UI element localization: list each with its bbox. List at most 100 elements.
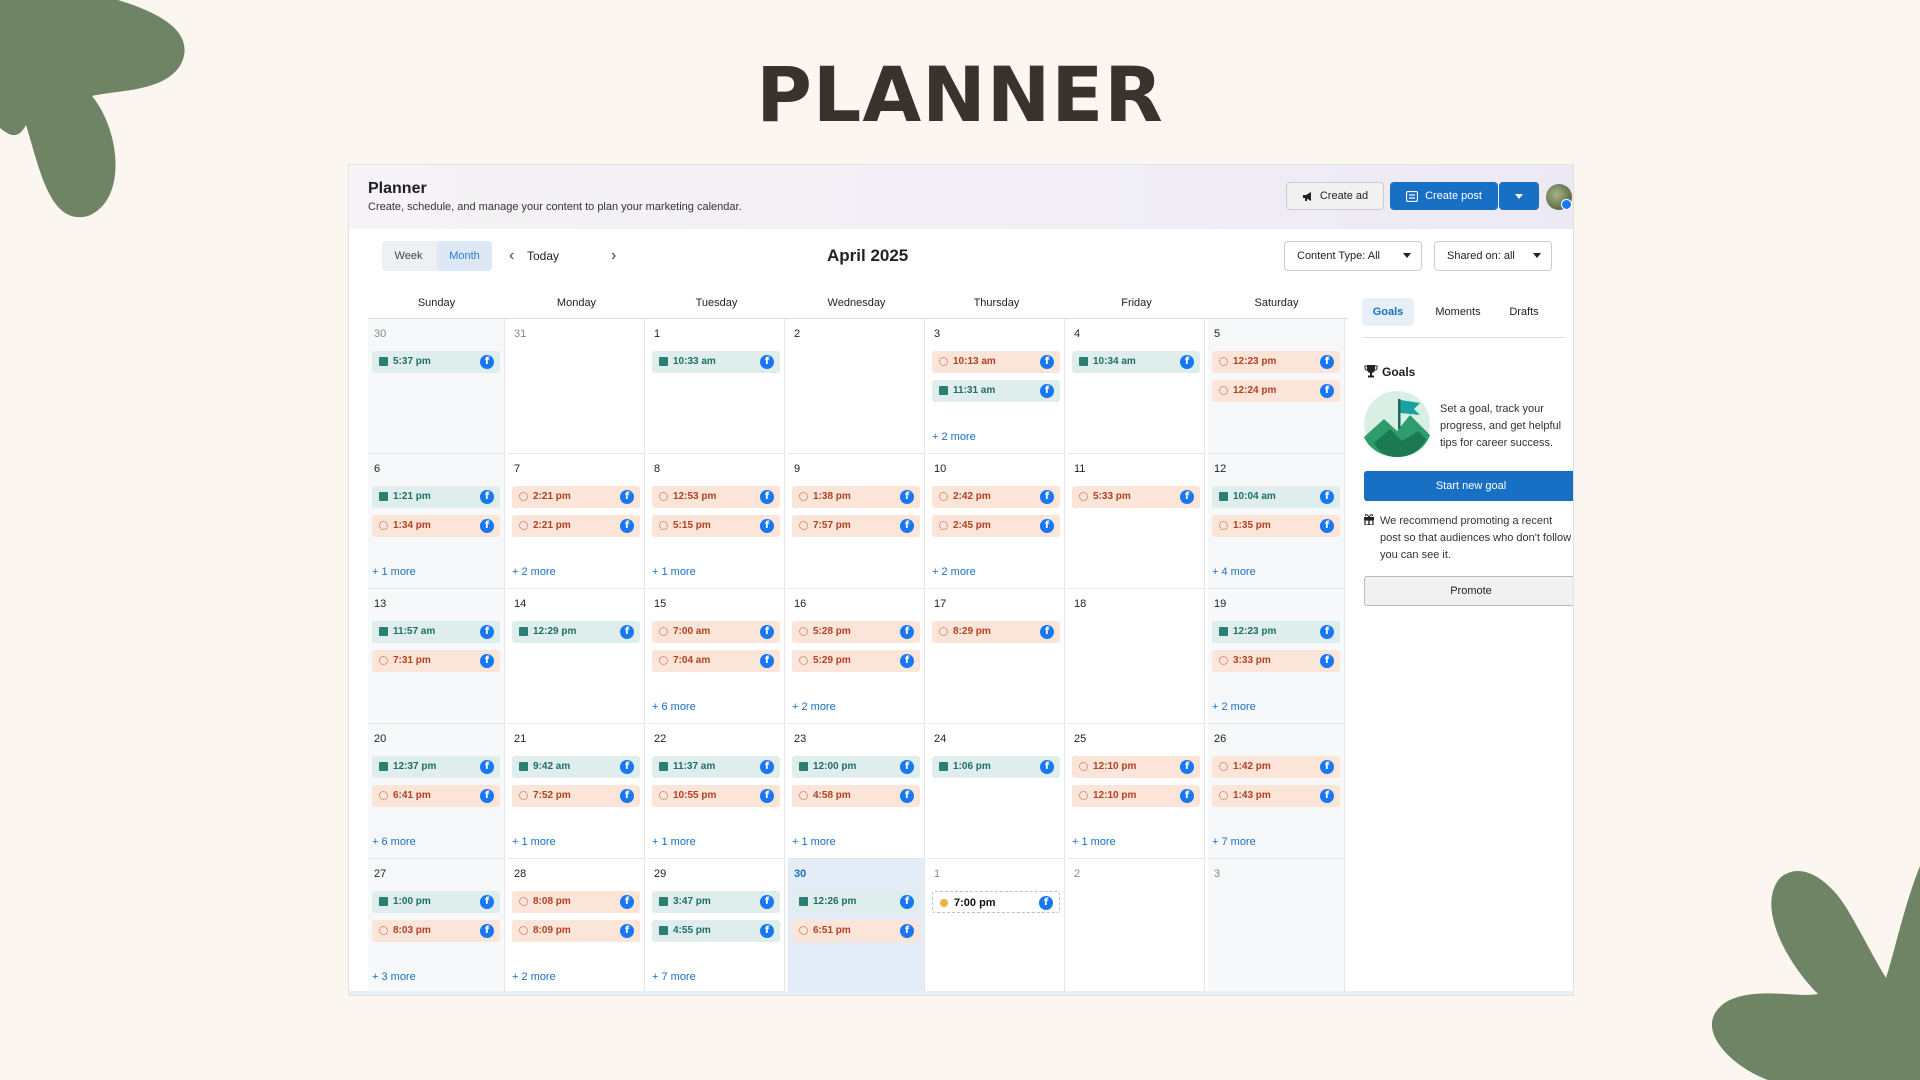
more-events-link[interactable]: + 7 more bbox=[1212, 836, 1256, 848]
more-events-link[interactable]: + 1 more bbox=[1072, 836, 1116, 848]
more-events-link[interactable]: + 6 more bbox=[652, 701, 696, 713]
scheduled-post-event[interactable]: 8:08 pm f bbox=[512, 891, 640, 913]
day-cell[interactable]: 21 9:42 am f 7:52 pm f + 1 more bbox=[508, 724, 645, 859]
create-ad-button[interactable]: Create ad bbox=[1286, 182, 1384, 210]
published-post-event[interactable]: 11:57 am f bbox=[372, 621, 500, 643]
more-events-link[interactable]: + 2 more bbox=[1212, 701, 1256, 713]
published-post-event[interactable]: 5:37 pm f bbox=[372, 351, 500, 373]
shared-on-filter[interactable]: Shared on: all bbox=[1434, 241, 1552, 271]
day-cell[interactable]: 28 8:08 pm f 8:09 pm f + 2 more bbox=[508, 859, 645, 994]
day-cell[interactable]: 18 bbox=[1068, 589, 1205, 724]
day-cell[interactable]: 2 bbox=[1068, 859, 1205, 994]
scheduled-post-event[interactable]: 2:45 pm f bbox=[932, 515, 1060, 537]
day-cell[interactable]: 1 10:33 am f bbox=[648, 319, 785, 454]
day-cell[interactable]: 31 bbox=[508, 319, 645, 454]
more-events-link[interactable]: + 2 more bbox=[932, 431, 976, 443]
day-cell[interactable]: 17 8:29 pm f bbox=[928, 589, 1065, 724]
more-events-link[interactable]: + 1 more bbox=[372, 566, 416, 578]
published-post-event[interactable]: 10:33 am f bbox=[652, 351, 780, 373]
more-events-link[interactable]: + 2 more bbox=[512, 971, 556, 983]
scheduled-post-event[interactable]: 1:42 pm f bbox=[1212, 756, 1340, 778]
more-events-link[interactable]: + 1 more bbox=[792, 836, 836, 848]
published-post-event[interactable]: 12:23 pm f bbox=[1212, 621, 1340, 643]
scheduled-post-event[interactable]: 12:23 pm f bbox=[1212, 351, 1340, 373]
scheduled-post-event[interactable]: 7:31 pm f bbox=[372, 650, 500, 672]
published-post-event[interactable]: 4:55 pm f bbox=[652, 920, 780, 942]
scheduled-post-event[interactable]: 12:10 pm f bbox=[1072, 785, 1200, 807]
scheduled-post-event[interactable]: 5:29 pm f bbox=[792, 650, 920, 672]
day-cell[interactable]: 20 12:37 pm f 6:41 pm f + 6 more bbox=[368, 724, 505, 859]
more-events-link[interactable]: + 6 more bbox=[372, 836, 416, 848]
promote-button[interactable]: Promote bbox=[1364, 576, 1573, 606]
day-cell[interactable]: 11 5:33 pm f bbox=[1068, 454, 1205, 589]
published-post-event[interactable]: 9:42 am f bbox=[512, 756, 640, 778]
chevron-left-icon[interactable]: ‹ bbox=[509, 247, 514, 265]
day-cell[interactable]: 1 7:00 pm f bbox=[928, 859, 1065, 994]
scheduled-post-event[interactable]: 7:52 pm f bbox=[512, 785, 640, 807]
create-post-button[interactable]: Create post bbox=[1390, 182, 1498, 210]
more-events-link[interactable]: + 1 more bbox=[652, 566, 696, 578]
tab-goals[interactable]: Goals bbox=[1362, 298, 1414, 326]
published-post-event[interactable]: 12:29 pm f bbox=[512, 621, 640, 643]
scheduled-post-event[interactable]: 5:15 pm f bbox=[652, 515, 780, 537]
start-new-goal-button[interactable]: Start new goal bbox=[1364, 471, 1573, 501]
more-events-link[interactable]: + 3 more bbox=[372, 971, 416, 983]
published-post-event[interactable]: 11:37 am f bbox=[652, 756, 780, 778]
chevron-right-icon[interactable]: › bbox=[611, 247, 616, 265]
scheduled-post-event[interactable]: 5:28 pm f bbox=[792, 621, 920, 643]
scheduled-post-event[interactable]: 3:33 pm f bbox=[1212, 650, 1340, 672]
create-post-dropdown-button[interactable] bbox=[1499, 182, 1539, 210]
scheduled-post-event[interactable]: 6:41 pm f bbox=[372, 785, 500, 807]
scheduled-post-event[interactable]: 8:09 pm f bbox=[512, 920, 640, 942]
scheduled-post-event[interactable]: 2:42 pm f bbox=[932, 486, 1060, 508]
day-cell[interactable]: 13 11:57 am f 7:31 pm f bbox=[368, 589, 505, 724]
tab-moments[interactable]: Moments bbox=[1426, 298, 1490, 326]
scheduled-post-event[interactable]: 1:43 pm f bbox=[1212, 785, 1340, 807]
more-events-link[interactable]: + 2 more bbox=[932, 566, 976, 578]
scheduled-post-event[interactable]: 7:04 am f bbox=[652, 650, 780, 672]
more-events-link[interactable]: + 1 more bbox=[652, 836, 696, 848]
day-cell[interactable]: 25 12:10 pm f 12:10 pm f + 1 more bbox=[1068, 724, 1205, 859]
scheduled-post-event[interactable]: 12:10 pm f bbox=[1072, 756, 1200, 778]
more-events-link[interactable]: + 1 more bbox=[512, 836, 556, 848]
published-post-event[interactable]: 10:34 am f bbox=[1072, 351, 1200, 373]
scheduled-post-event[interactable]: 2:21 pm f bbox=[512, 486, 640, 508]
day-cell[interactable]: 19 12:23 pm f 3:33 pm f + 2 more bbox=[1208, 589, 1345, 724]
day-cell[interactable]: 3 10:13 am f 11:31 am f + 2 more bbox=[928, 319, 1065, 454]
day-cell[interactable]: 12 10:04 am f 1:35 pm f + 4 more bbox=[1208, 454, 1345, 589]
more-events-link[interactable]: + 2 more bbox=[792, 701, 836, 713]
day-cell[interactable]: 10 2:42 pm f 2:45 pm f + 2 more bbox=[928, 454, 1065, 589]
scheduled-post-event[interactable]: 7:00 am f bbox=[652, 621, 780, 643]
scheduled-post-event[interactable]: 5:33 pm f bbox=[1072, 486, 1200, 508]
day-cell[interactable]: 26 1:42 pm f 1:43 pm f + 7 more bbox=[1208, 724, 1345, 859]
published-post-event[interactable]: 12:26 pm f bbox=[792, 891, 920, 913]
published-post-event[interactable]: 12:37 pm f bbox=[372, 756, 500, 778]
published-post-event[interactable]: 11:31 am f bbox=[932, 380, 1060, 402]
scheduled-post-event[interactable]: 4:58 pm f bbox=[792, 785, 920, 807]
scheduled-post-event[interactable]: 6:51 pm f bbox=[792, 920, 920, 942]
scheduled-post-event[interactable]: 1:35 pm f bbox=[1212, 515, 1340, 537]
week-view-button[interactable]: Week bbox=[382, 241, 435, 271]
day-cell[interactable]: 30 5:37 pm f bbox=[368, 319, 505, 454]
today-button[interactable]: Today bbox=[527, 249, 559, 263]
scheduled-post-event[interactable]: 1:34 pm f bbox=[372, 515, 500, 537]
scheduled-post-event[interactable]: 8:03 pm f bbox=[372, 920, 500, 942]
published-post-event[interactable]: 1:21 pm f bbox=[372, 486, 500, 508]
day-cell[interactable]: 6 1:21 pm f 1:34 pm f + 1 more bbox=[368, 454, 505, 589]
published-post-event[interactable]: 10:04 am f bbox=[1212, 486, 1340, 508]
content-type-filter[interactable]: Content Type: All bbox=[1284, 241, 1422, 271]
scheduled-post-event[interactable]: 8:29 pm f bbox=[932, 621, 1060, 643]
day-cell[interactable]: 16 5:28 pm f 5:29 pm f + 2 more bbox=[788, 589, 925, 724]
scheduled-post-event[interactable]: 2:21 pm f bbox=[512, 515, 640, 537]
tab-drafts[interactable]: Drafts bbox=[1502, 298, 1546, 326]
day-cell[interactable]: 23 12:00 pm f 4:58 pm f + 1 more bbox=[788, 724, 925, 859]
day-cell[interactable]: 14 12:29 pm f bbox=[508, 589, 645, 724]
day-cell[interactable]: 4 10:34 am f bbox=[1068, 319, 1205, 454]
scheduled-post-event[interactable]: 12:24 pm f bbox=[1212, 380, 1340, 402]
day-cell[interactable]: 27 1:00 pm f 8:03 pm f + 3 more bbox=[368, 859, 505, 994]
more-events-link[interactable]: + 4 more bbox=[1212, 566, 1256, 578]
scheduled-post-event[interactable]: 12:53 pm f bbox=[652, 486, 780, 508]
day-cell[interactable]: 29 3:47 pm f 4:55 pm f + 7 more bbox=[648, 859, 785, 994]
day-cell[interactable]: 24 1:06 pm f bbox=[928, 724, 1065, 859]
published-post-event[interactable]: 12:00 pm f bbox=[792, 756, 920, 778]
